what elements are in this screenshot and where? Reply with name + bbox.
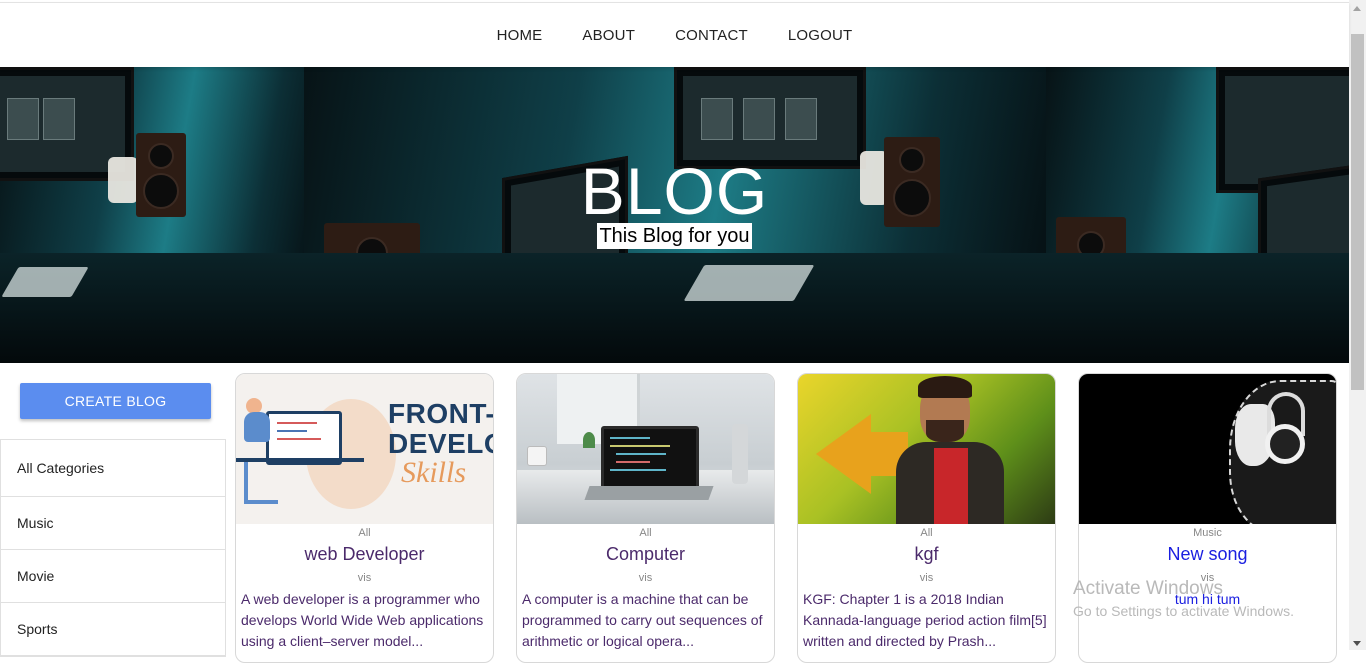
scrollbar-thumb[interactable] (1351, 34, 1364, 390)
post-image (1079, 374, 1336, 524)
post-card[interactable]: Music New song vis tum hi tum (1078, 373, 1337, 663)
hero-subtitle: This Blog for you (597, 223, 752, 249)
post-title[interactable]: New song (1079, 543, 1336, 565)
post-image (798, 374, 1055, 524)
scroll-up-arrow-icon[interactable] (1353, 6, 1361, 11)
post-image: FRONT-ENDDEVELOPER Skills (236, 374, 494, 524)
create-blog-button[interactable]: CREATE BLOG (20, 383, 211, 419)
category-list: All Categories Music Movie Sports (0, 439, 226, 657)
activation-watermark-title: Activate Windows (1073, 578, 1223, 599)
post-description: A web developer is a programmer who deve… (241, 591, 484, 649)
post-card[interactable]: All kgf vis KGF: Chapter 1 is a 2018 Ind… (797, 373, 1056, 663)
post-category: Music (1193, 527, 1222, 539)
top-navbar: HOME ABOUT CONTACT LOGOUT (0, 2, 1349, 67)
category-item-sports[interactable]: Sports (1, 603, 225, 656)
post-title[interactable]: web Developer (236, 543, 493, 565)
post-title[interactable]: Computer (517, 543, 774, 565)
post-description: A computer is a machine that can be prog… (522, 591, 763, 649)
post-author: vis (357, 572, 372, 584)
page-scrollbar[interactable] (1349, 0, 1366, 650)
scroll-down-arrow-icon[interactable] (1353, 641, 1361, 646)
post-card[interactable]: All Computer vis A computer is a machine… (516, 373, 775, 663)
post-title[interactable]: kgf (798, 543, 1055, 565)
post-image-caption: FRONT-ENDDEVELOPER (388, 398, 494, 459)
post-category: All (358, 527, 371, 539)
hero-title: BLOG (580, 154, 769, 228)
post-card[interactable]: FRONT-ENDDEVELOPER Skills All web Develo… (235, 373, 494, 663)
post-image (517, 374, 774, 524)
post-author: vis (638, 572, 653, 584)
post-description: KGF: Chapter 1 is a 2018 Indian Kannada-… (803, 591, 1047, 649)
post-category: All (639, 527, 652, 539)
activation-watermark-subtitle: Go to Settings to activate Windows. (1073, 603, 1294, 619)
nav-logout-link[interactable]: LOGOUT (788, 27, 853, 44)
post-author: vis (919, 572, 934, 584)
category-item-movie[interactable]: Movie (1, 550, 225, 603)
nav-about-link[interactable]: ABOUT (582, 27, 635, 44)
category-item-all[interactable]: All Categories (1, 440, 225, 497)
hero-banner: BLOG This Blog for you (0, 67, 1349, 363)
post-image-caption: Skills (401, 456, 466, 489)
nav-home-link[interactable]: HOME (497, 27, 543, 44)
post-category: All (920, 527, 933, 539)
category-item-music[interactable]: Music (1, 497, 225, 550)
nav-contact-link[interactable]: CONTACT (675, 27, 748, 44)
